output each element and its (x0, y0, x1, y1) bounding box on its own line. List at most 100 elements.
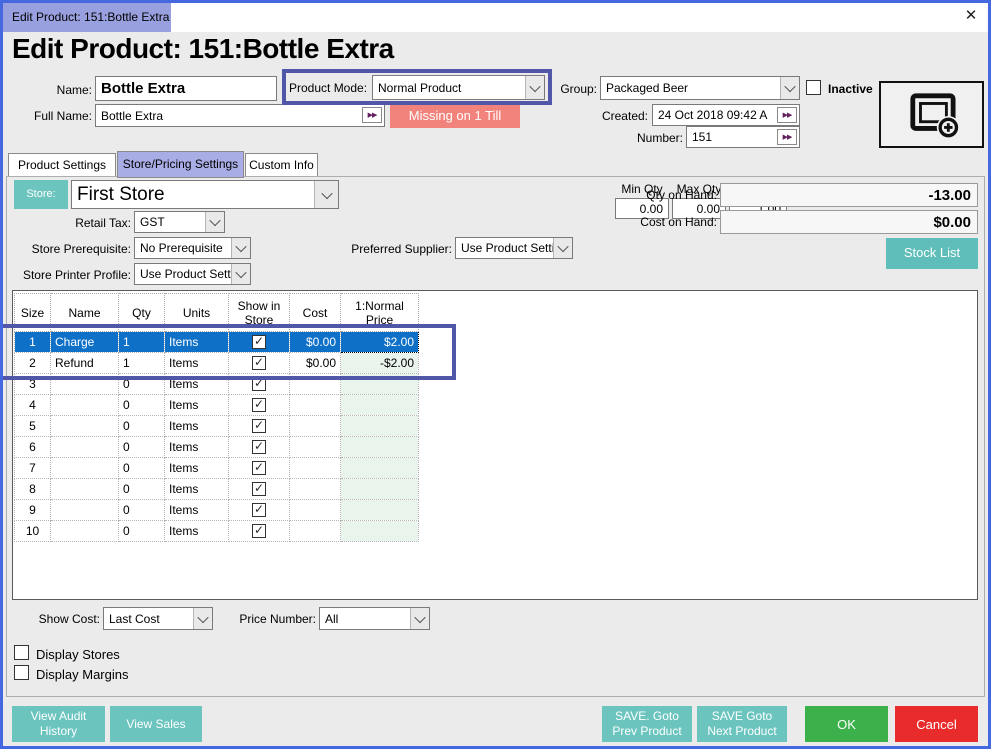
cell-show-in-store[interactable]: ✓ (229, 500, 290, 521)
cell-cost[interactable] (290, 521, 341, 542)
preferred-supplier-select[interactable]: Use Product Setting (455, 237, 573, 259)
cell-normal-price[interactable] (341, 437, 419, 458)
show-in-store-checkbox[interactable]: ✓ (252, 461, 266, 475)
save-goto-next-button[interactable]: SAVE Goto Next Product (697, 706, 787, 742)
store-printer-profile-select[interactable]: Use Product Setting (134, 263, 251, 285)
table-row[interactable]: 4 0 Items ✓ (15, 395, 419, 416)
cell-show-in-store[interactable]: ✓ (229, 395, 290, 416)
show-in-store-checkbox[interactable]: ✓ (252, 482, 266, 496)
table-row[interactable]: 2 Refund 1 Items ✓ $0.00 -$2.00 (15, 353, 419, 374)
cell-units[interactable]: Items (165, 479, 229, 500)
cell-show-in-store[interactable]: ✓ (229, 332, 290, 353)
number-expand-icon[interactable]: ▶▶ (777, 129, 797, 145)
show-in-store-checkbox[interactable]: ✓ (252, 440, 266, 454)
cell-show-in-store[interactable]: ✓ (229, 374, 290, 395)
missing-on-till-button[interactable]: Missing on 1 Till (390, 103, 520, 128)
table-row[interactable]: 10 0 Items ✓ (15, 521, 419, 542)
cell-qty[interactable]: 0 (119, 500, 165, 521)
cell-cost[interactable] (290, 458, 341, 479)
cell-cost[interactable] (290, 479, 341, 500)
cell-show-in-store[interactable]: ✓ (229, 458, 290, 479)
cell-qty[interactable]: 1 (119, 353, 165, 374)
cell-normal-price[interactable] (341, 395, 419, 416)
product-image-button[interactable] (879, 81, 984, 148)
cell-units[interactable]: Items (165, 395, 229, 416)
group-select[interactable]: Packaged Beer (600, 76, 800, 100)
table-row[interactable]: 9 0 Items ✓ (15, 500, 419, 521)
cell-normal-price[interactable] (341, 374, 419, 395)
show-in-store-checkbox[interactable]: ✓ (252, 524, 266, 538)
store-button[interactable]: Store: (14, 180, 68, 209)
cell-show-in-store[interactable]: ✓ (229, 479, 290, 500)
cell-units[interactable]: Items (165, 521, 229, 542)
cell-normal-price[interactable]: $2.00 (341, 332, 419, 353)
cell-qty[interactable]: 0 (119, 374, 165, 395)
cell-units[interactable]: Items (165, 353, 229, 374)
cell-name[interactable]: Refund (51, 353, 119, 374)
view-audit-history-button[interactable]: View Audit History (12, 706, 105, 742)
show-in-store-checkbox[interactable]: ✓ (252, 377, 266, 391)
cell-name[interactable] (51, 500, 119, 521)
cell-normal-price[interactable] (341, 458, 419, 479)
cell-units[interactable]: Items (165, 500, 229, 521)
cell-show-in-store[interactable]: ✓ (229, 353, 290, 374)
cancel-button[interactable]: Cancel (895, 706, 978, 742)
cell-name[interactable]: Charge (51, 332, 119, 353)
cell-show-in-store[interactable]: ✓ (229, 521, 290, 542)
cell-name[interactable] (51, 395, 119, 416)
show-in-store-checkbox[interactable]: ✓ (252, 335, 266, 349)
cell-cost[interactable] (290, 500, 341, 521)
tab-store-pricing-settings[interactable]: Store/Pricing Settings (117, 151, 244, 178)
show-in-store-checkbox[interactable]: ✓ (252, 503, 266, 517)
table-row[interactable]: 5 0 Items ✓ (15, 416, 419, 437)
created-expand-icon[interactable]: ▶▶ (777, 107, 797, 123)
cell-name[interactable] (51, 374, 119, 395)
cell-normal-price[interactable]: -$2.00 (341, 353, 419, 374)
cell-units[interactable]: Items (165, 437, 229, 458)
store-select[interactable]: First Store (71, 180, 339, 209)
tab-custom-info[interactable]: Custom Info (245, 153, 318, 177)
cell-normal-price[interactable] (341, 416, 419, 437)
cell-show-in-store[interactable]: ✓ (229, 416, 290, 437)
cell-units[interactable]: Items (165, 416, 229, 437)
cell-name[interactable] (51, 479, 119, 500)
cell-normal-price[interactable] (341, 500, 419, 521)
table-row[interactable]: 3 0 Items ✓ (15, 374, 419, 395)
stock-list-button[interactable]: Stock List (886, 238, 978, 269)
cell-normal-price[interactable] (341, 521, 419, 542)
close-icon[interactable]: ✕ (958, 4, 984, 28)
cell-units[interactable]: Items (165, 458, 229, 479)
cell-name[interactable] (51, 521, 119, 542)
store-prerequisite-select[interactable]: No Prerequisite (134, 237, 251, 259)
cell-qty[interactable]: 1 (119, 332, 165, 353)
table-row[interactable]: 7 0 Items ✓ (15, 458, 419, 479)
table-row[interactable]: 8 0 Items ✓ (15, 479, 419, 500)
cell-name[interactable] (51, 458, 119, 479)
cell-qty[interactable]: 0 (119, 437, 165, 458)
show-in-store-checkbox[interactable]: ✓ (252, 419, 266, 433)
cell-cost[interactable] (290, 374, 341, 395)
table-row[interactable]: 1 Charge 1 Items ✓ $0.00 $2.00 (15, 332, 419, 353)
cell-qty[interactable]: 0 (119, 395, 165, 416)
retail-tax-select[interactable]: GST (134, 211, 225, 233)
show-cost-select[interactable]: Last Cost (103, 607, 213, 630)
save-goto-prev-button[interactable]: SAVE. Goto Prev Product (602, 706, 692, 742)
inactive-checkbox[interactable] (806, 80, 821, 95)
display-margins-checkbox[interactable] (14, 665, 29, 680)
table-row[interactable]: 6 0 Items ✓ (15, 437, 419, 458)
cell-qty[interactable]: 0 (119, 458, 165, 479)
cell-qty[interactable]: 0 (119, 416, 165, 437)
tab-product-settings[interactable]: Product Settings (8, 153, 116, 177)
cell-show-in-store[interactable]: ✓ (229, 437, 290, 458)
cell-name[interactable] (51, 416, 119, 437)
show-in-store-checkbox[interactable]: ✓ (252, 356, 266, 370)
price-number-select[interactable]: All (319, 607, 430, 630)
cell-cost[interactable] (290, 416, 341, 437)
cell-units[interactable]: Items (165, 374, 229, 395)
view-sales-button[interactable]: View Sales (110, 706, 202, 742)
display-stores-checkbox[interactable] (14, 645, 29, 660)
cell-qty[interactable]: 0 (119, 521, 165, 542)
cell-qty[interactable]: 0 (119, 479, 165, 500)
full-name-expand-icon[interactable]: ▶▶ (362, 107, 382, 123)
cell-cost[interactable] (290, 437, 341, 458)
